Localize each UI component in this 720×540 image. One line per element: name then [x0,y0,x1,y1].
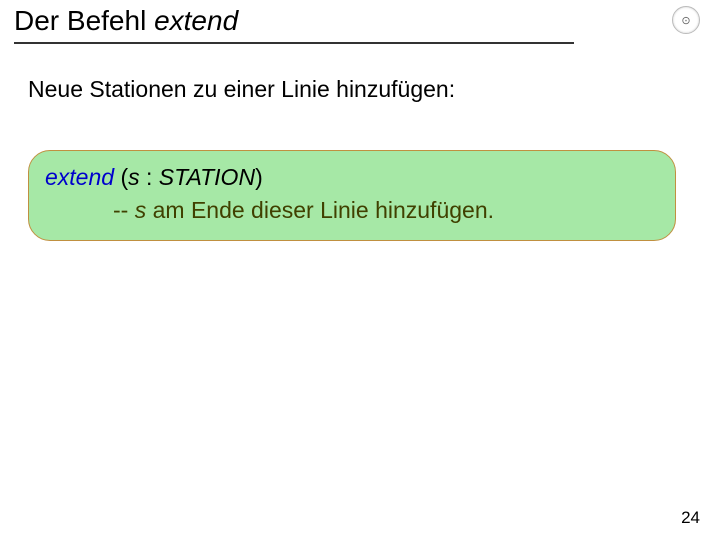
title-row: Der Befehl extend ⊙ [14,6,700,37]
clock-icon: ⊙ [672,6,700,34]
signature-param: s [128,164,140,190]
logo-glyph: ⊙ [681,14,690,27]
method-signature: extend (s : STATION) [45,161,659,194]
slide: Der Befehl extend ⊙ Neue Stationen zu ei… [0,0,720,540]
title-underline [14,42,574,44]
signature-type: STATION [159,164,255,190]
signature-keyword: extend [45,164,114,190]
comment-rest: am Ende dieser Linie hinzufügen. [146,197,494,223]
slide-title: Der Befehl extend [14,6,238,37]
title-prefix: Der Befehl [14,5,154,36]
code-box: extend (s : STATION) -- s am Ende dieser… [28,150,676,241]
comment-dashes: -- [113,197,135,223]
comment-param: s [135,197,147,223]
method-comment: -- s am Ende dieser Linie hinzufügen. [45,194,659,227]
signature-colon: : [140,164,159,190]
title-keyword: extend [154,5,238,36]
signature-open: ( [114,164,128,190]
page-number: 24 [681,508,700,528]
subtitle: Neue Stationen zu einer Linie hinzufügen… [28,76,455,103]
signature-close: ) [255,164,263,190]
